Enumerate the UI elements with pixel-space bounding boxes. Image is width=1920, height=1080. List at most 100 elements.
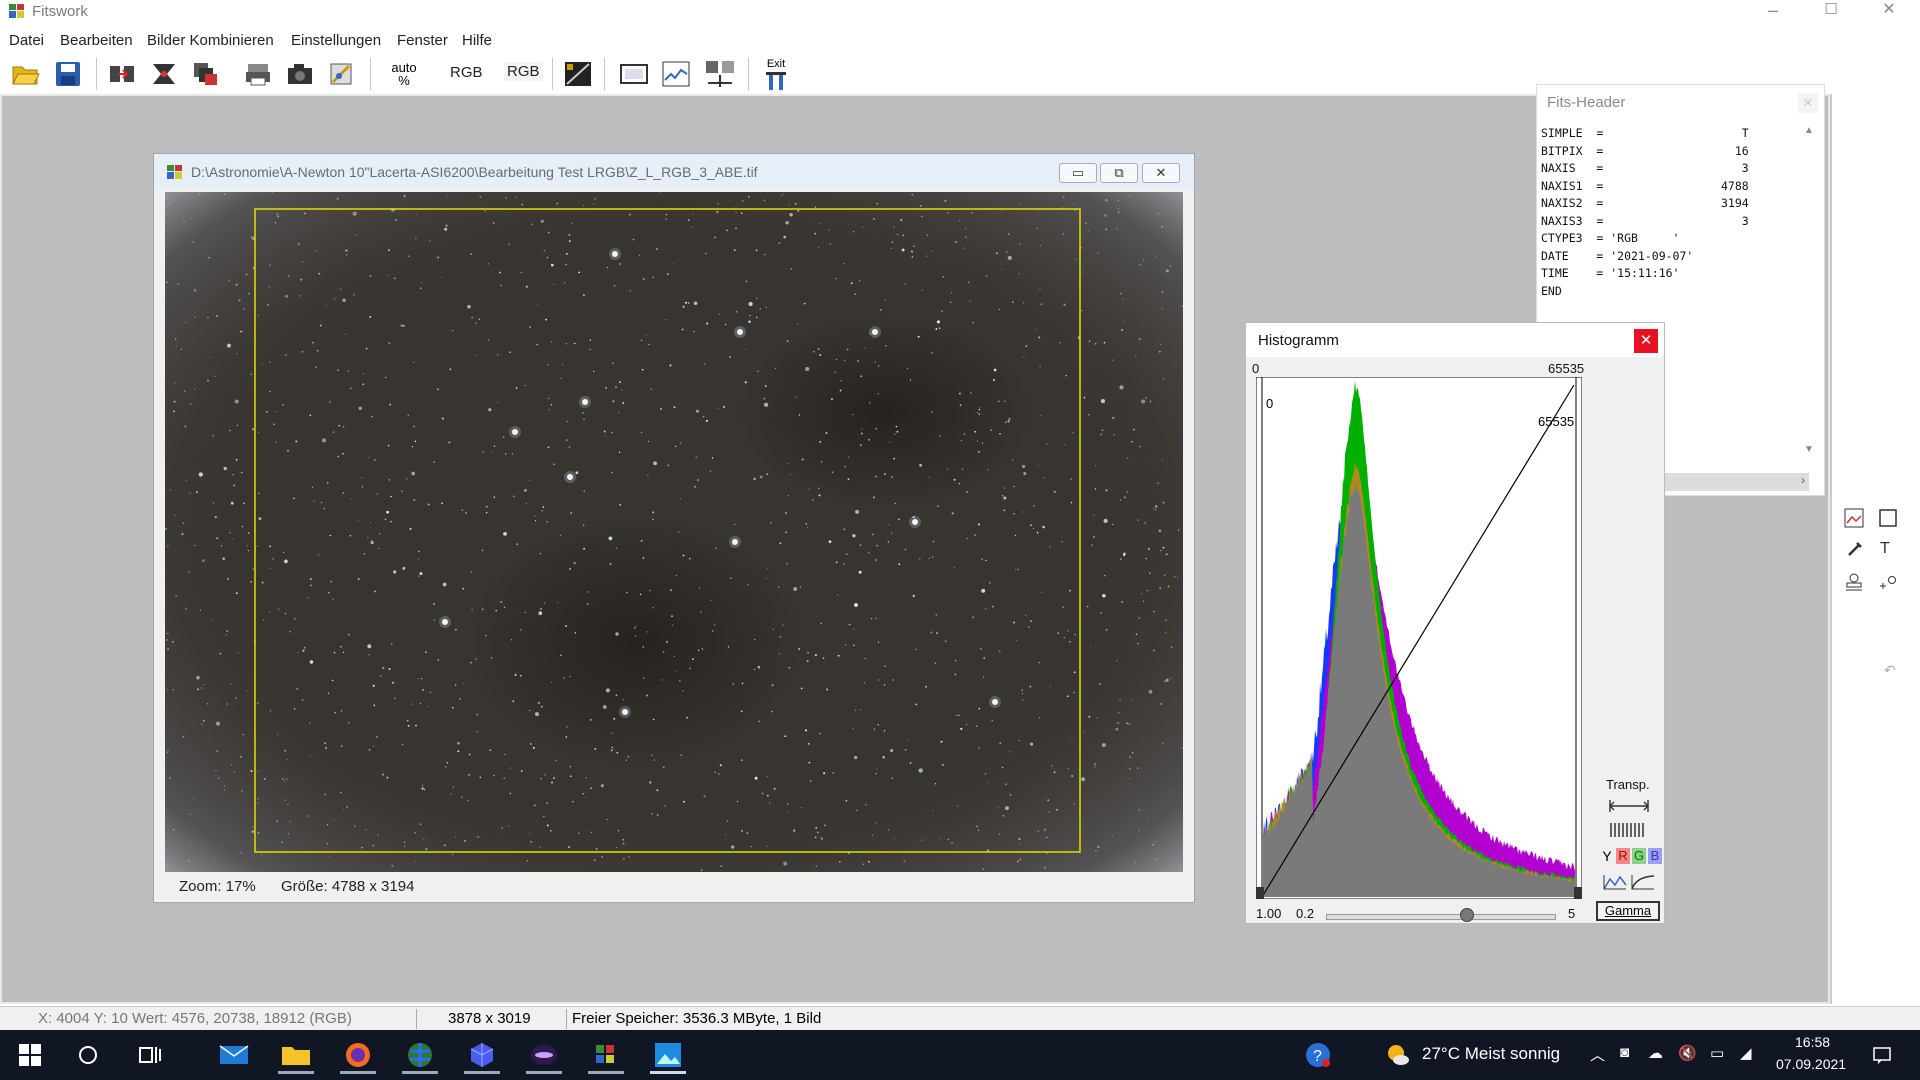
- histogram-inner-min: 0: [1266, 396, 1273, 411]
- gamma-slider-min: 0.2: [1296, 906, 1315, 921]
- camera-tray-icon[interactable]: ◙: [1620, 1044, 1629, 1061]
- menu-bilder-kombinieren[interactable]: Bilder Kombinieren: [147, 32, 274, 49]
- percent-label: %: [398, 73, 410, 88]
- transp-range-icon[interactable]: [1608, 797, 1654, 815]
- cube-app-icon[interactable]: [460, 1036, 504, 1074]
- gamma-slider-track[interactable]: [1326, 914, 1556, 920]
- volume-mute-icon[interactable]: 🔇: [1678, 1044, 1697, 1062]
- fits-vertical-scrollbar[interactable]: ▲ ▼: [1804, 125, 1820, 455]
- channel-b[interactable]: B: [1648, 848, 1662, 864]
- histogram-title: Histogramm: [1258, 332, 1339, 349]
- align-icon[interactable]: [106, 58, 138, 90]
- fits-header-text[interactable]: SIMPLE = T BITPIX = 16 NAXIS = 3 NAXIS1 …: [1541, 125, 1749, 300]
- histogram-window[interactable]: Histogramm ✕ 0 65535 0 65535 Transp. Y R…: [1245, 322, 1665, 924]
- image-window-titlebar[interactable]: D:\Astronomie\A-Newton 10"Lacerta-ASI620…: [154, 154, 1194, 188]
- size-label: Größe: 4788 x 3194: [281, 878, 415, 895]
- histogram-titlebar[interactable]: Histogramm ✕: [1246, 323, 1664, 357]
- help-icon[interactable]: ?: [1296, 1036, 1340, 1074]
- image-minimize-button[interactable]: ▭: [1059, 163, 1097, 183]
- undo-icon[interactable]: ↶: [1884, 662, 1896, 679]
- image-window[interactable]: D:\Astronomie\A-Newton 10"Lacerta-ASI620…: [153, 153, 1195, 903]
- satellite-icon[interactable]: [326, 58, 358, 90]
- file-explorer-icon[interactable]: [274, 1036, 318, 1074]
- image-tool-icon[interactable]: [1844, 508, 1864, 533]
- firefox-icon[interactable]: [336, 1036, 380, 1074]
- rectangle-tool-icon[interactable]: [1878, 508, 1898, 533]
- menu-datei[interactable]: Datei: [9, 32, 44, 49]
- app-title: Fitswork: [32, 3, 88, 20]
- rgb-active-button[interactable]: RGB: [504, 62, 543, 81]
- menu-hilfe[interactable]: Hilfe: [462, 32, 492, 49]
- channel-r[interactable]: R: [1616, 848, 1630, 864]
- curve-mode-icon[interactable]: [1602, 873, 1628, 891]
- notifications-icon[interactable]: [1860, 1036, 1904, 1074]
- mail-icon[interactable]: [212, 1036, 256, 1074]
- image-window-icon: [167, 165, 182, 179]
- windows-taskbar: ? 27°C Meist sonnig ︿ ◙ ☁ 🔇 ▭ ◢ 16:58 07…: [0, 1030, 1920, 1080]
- svg-text:?: ?: [1313, 1048, 1322, 1065]
- gamma-slider-max: 5: [1568, 906, 1576, 921]
- fits-header-titlebar[interactable]: Fits-Header ✕: [1537, 85, 1824, 121]
- maximize-button[interactable]: ☐: [1808, 0, 1854, 22]
- multi-image-icon[interactable]: [190, 58, 222, 90]
- photos-app-icon[interactable]: [646, 1036, 690, 1074]
- menu-bar: Datei Bearbeiten Bilder Kombinieren Eins…: [0, 28, 1920, 52]
- menu-fenster[interactable]: Fenster: [397, 32, 448, 49]
- pipette-icon[interactable]: [1846, 540, 1864, 563]
- battery-icon[interactable]: ▭: [1710, 1044, 1724, 1062]
- stamp-icon[interactable]: [1844, 572, 1864, 597]
- wifi-icon[interactable]: ◢: [1740, 1044, 1752, 1062]
- auto-percent-button[interactable]: auto %: [388, 58, 420, 90]
- open-folder-icon[interactable]: [10, 58, 42, 90]
- clock-time[interactable]: 16:58: [1795, 1034, 1830, 1050]
- globe-app-icon[interactable]: [398, 1036, 442, 1074]
- black-point-handle[interactable]: [1256, 887, 1264, 899]
- zoom-label: Zoom: 17%: [179, 878, 256, 895]
- graph-icon[interactable]: [660, 58, 692, 90]
- menu-einstellungen[interactable]: Einstellungen: [291, 32, 381, 49]
- print-icon[interactable]: [242, 58, 274, 90]
- clock-date[interactable]: 07.09.2021: [1776, 1056, 1846, 1072]
- exit-label: Exit: [766, 57, 786, 70]
- search-icon[interactable]: [66, 1036, 110, 1074]
- stack-icon[interactable]: [148, 58, 180, 90]
- point-tool-icon[interactable]: [1878, 574, 1898, 597]
- tray-chevron-icon[interactable]: ︿: [1590, 1044, 1605, 1065]
- fits-header-title: Fits-Header: [1547, 94, 1626, 111]
- rgb-button[interactable]: RGB: [450, 64, 483, 81]
- histogram-close-button[interactable]: ✕: [1634, 329, 1658, 353]
- fitswork-taskbar-icon[interactable]: [584, 1036, 628, 1074]
- image-restore-button[interactable]: ⧉: [1100, 163, 1138, 183]
- task-view-icon[interactable]: [128, 1036, 172, 1074]
- histogram-plot[interactable]: 0 65535: [1256, 377, 1582, 899]
- text-tool-icon[interactable]: T: [1880, 540, 1890, 558]
- close-button[interactable]: ✕: [1866, 0, 1912, 22]
- save-disk-icon[interactable]: [52, 58, 84, 90]
- weather-icon[interactable]: [1376, 1036, 1420, 1074]
- image-close-button[interactable]: ✕: [1142, 163, 1180, 183]
- channel-y[interactable]: Y: [1600, 848, 1614, 864]
- star-field: [165, 192, 1183, 872]
- app-title-bar: Fitswork – ☐ ✕: [0, 0, 1920, 24]
- minimize-button[interactable]: –: [1750, 0, 1796, 22]
- white-point-handle[interactable]: [1574, 887, 1582, 899]
- exit-button[interactable]: Exit: [760, 58, 792, 90]
- fits-header-close-button[interactable]: ✕: [1798, 93, 1818, 113]
- histogram-min-label: 0: [1252, 361, 1260, 376]
- gamma-button[interactable]: Gamma: [1596, 901, 1660, 921]
- menu-bearbeiten[interactable]: Bearbeiten: [60, 32, 133, 49]
- astro-app-icon[interactable]: [522, 1036, 566, 1074]
- channel-g[interactable]: G: [1632, 848, 1646, 864]
- camera-icon[interactable]: [284, 58, 316, 90]
- transp-bars-icon[interactable]: [1608, 821, 1654, 839]
- free-memory: Freier Speicher: 3536.3 MByte, 1 Bild: [572, 1010, 822, 1027]
- transp-label: Transp.: [1606, 777, 1650, 792]
- gamma-curve-icon[interactable]: [1630, 873, 1656, 891]
- astro-image[interactable]: [165, 192, 1183, 872]
- levels-icon[interactable]: [562, 58, 594, 90]
- measure-icon[interactable]: [704, 58, 736, 90]
- weather-text[interactable]: 27°C Meist sonnig: [1422, 1044, 1560, 1064]
- windows-start-icon[interactable]: [8, 1036, 52, 1074]
- network-tray-icon[interactable]: ☁: [1648, 1044, 1663, 1062]
- window-icon[interactable]: [618, 58, 650, 90]
